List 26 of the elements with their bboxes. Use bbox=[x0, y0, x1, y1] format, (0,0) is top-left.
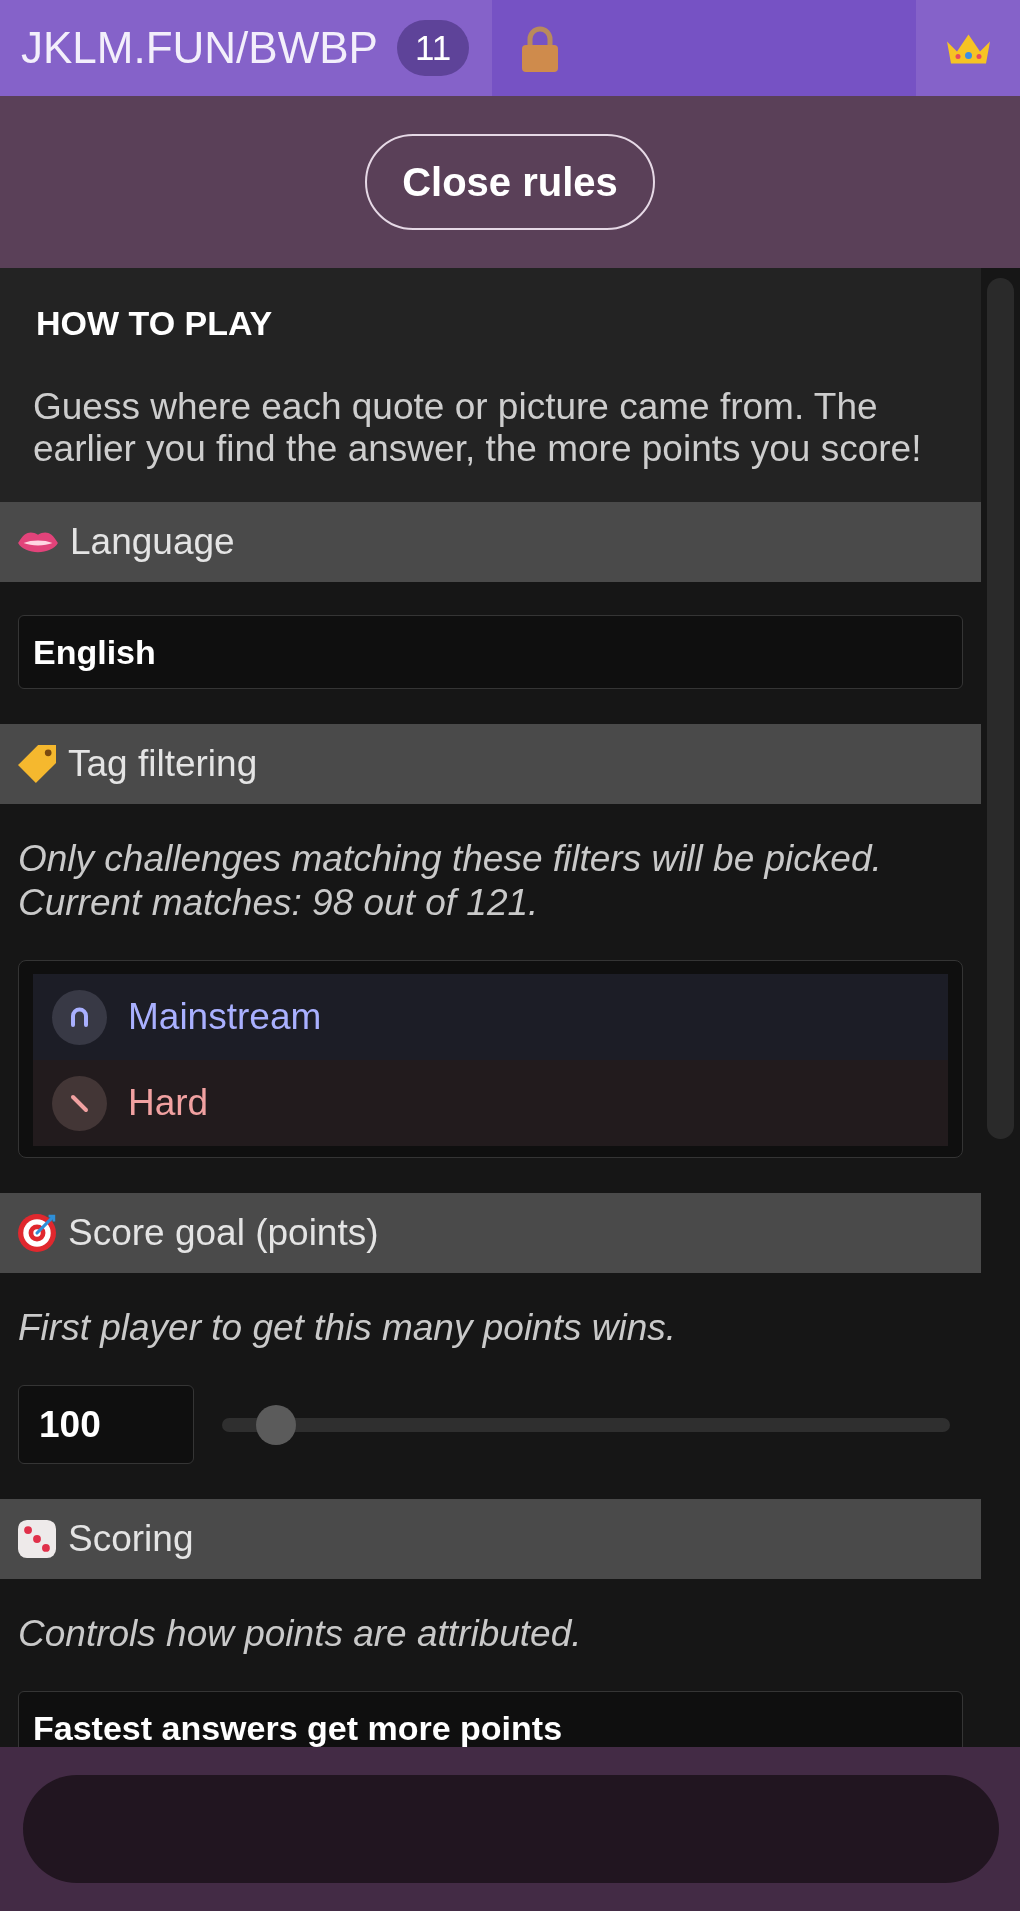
slash-icon bbox=[52, 1075, 107, 1131]
lips-icon bbox=[18, 531, 58, 553]
score-goal-slider[interactable] bbox=[222, 1404, 950, 1445]
section-title: Tag filtering bbox=[68, 742, 258, 786]
how-to-play-text: Guess where each quote or picture came from. The earlier you find the answer, the more points you score! bbox=[33, 386, 923, 470]
room-link[interactable]: JKLM.FUN/BWBP bbox=[21, 23, 378, 73]
tag-icon bbox=[18, 745, 56, 783]
die-icon bbox=[18, 1520, 56, 1558]
section-title: Score goal (points) bbox=[68, 1211, 379, 1255]
section-description: Controls how points are attributed. bbox=[18, 1612, 583, 1656]
close-rules-button[interactable]: Close rules bbox=[365, 134, 655, 230]
dropdown-select[interactable]: English bbox=[18, 615, 963, 689]
arch-icon bbox=[52, 989, 107, 1045]
tag-filter-item[interactable]: Mainstream bbox=[33, 974, 948, 1060]
dropdown-select[interactable]: Fastest answers get more points bbox=[18, 1691, 963, 1747]
slider-thumb[interactable] bbox=[256, 1404, 297, 1445]
tag-filter-item[interactable]: Hard bbox=[33, 1060, 948, 1146]
score-goal-input[interactable]: 100 bbox=[18, 1385, 194, 1464]
how-to-play-title: HOW TO PLAY bbox=[36, 303, 274, 343]
target-icon bbox=[18, 1214, 56, 1252]
player-count-badge: 11 bbox=[396, 20, 470, 76]
lock-icon[interactable] bbox=[522, 24, 558, 72]
section-description: Only challenges matching these filters will be picked. Current matches: 98 out of 121. bbox=[18, 837, 883, 925]
section-description: First player to get this many points wins. bbox=[18, 1306, 678, 1350]
section-title: Language bbox=[70, 520, 235, 564]
section-title: Scoring bbox=[68, 1517, 194, 1561]
